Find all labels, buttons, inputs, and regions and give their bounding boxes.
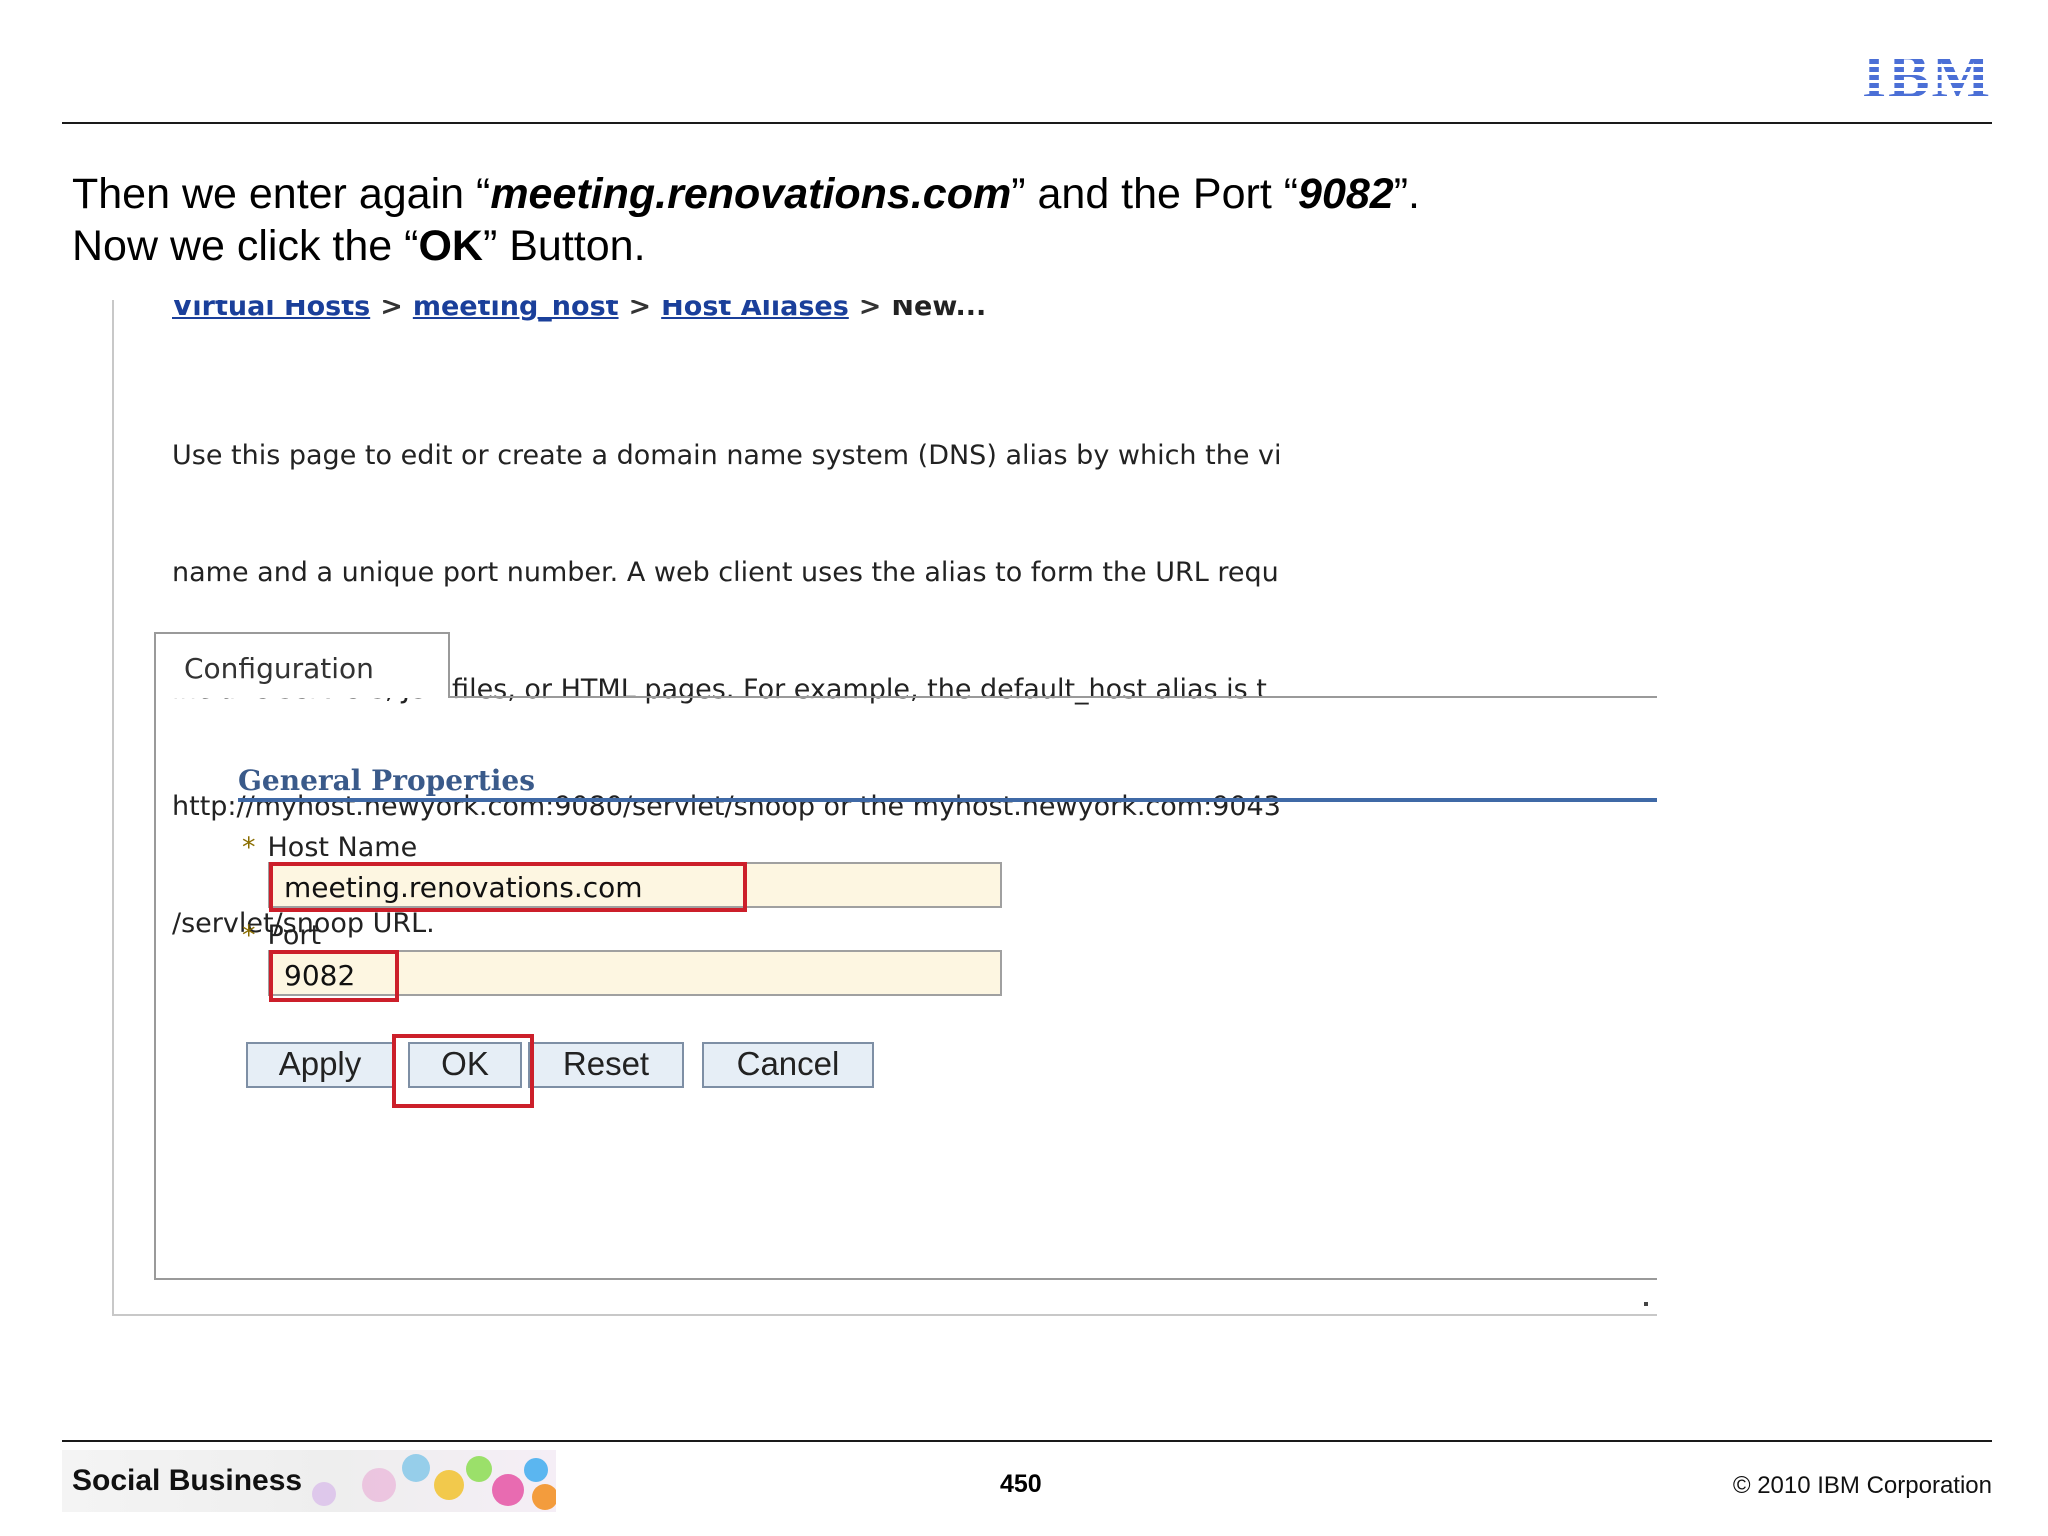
port-label: * Port: [242, 920, 322, 951]
instruction-ok: OK: [418, 222, 483, 270]
copyright: © 2010 IBM Corporation: [1732, 1472, 1992, 1499]
port-input[interactable]: [268, 950, 1002, 996]
instruction-line-2: Now we click the “OK” Button.: [72, 222, 646, 270]
breadcrumb-meeting-host[interactable]: meeting_host: [413, 300, 619, 322]
instruction-host-name: meeting.renovations.com: [490, 170, 1012, 218]
ibm-logo: IBM: [1862, 46, 1996, 108]
apply-button[interactable]: Apply: [246, 1042, 394, 1088]
host-name-input[interactable]: [268, 862, 1002, 908]
breadcrumb: Virtual Hosts > meeting_host > Host Aliases >…: [172, 300, 986, 322]
header-divider: [62, 122, 1992, 124]
reset-button[interactable]: Reset: [528, 1042, 684, 1088]
console-screenshot: Virtual Hosts > meeting_host > Host Aliases >…: [112, 300, 1657, 1320]
breadcrumb-current: New...: [891, 300, 987, 322]
cancel-button[interactable]: Cancel: [702, 1042, 874, 1088]
social-business-banner: Social Business: [62, 1450, 556, 1512]
description-line: Use this page to edit or create a domain…: [172, 440, 1282, 471]
tab-configuration[interactable]: Configuration: [154, 632, 450, 698]
footer-brand-label: Social Business: [72, 1464, 303, 1497]
ok-button[interactable]: OK: [408, 1042, 522, 1088]
section-divider: [238, 798, 1657, 802]
breadcrumb-host-aliases[interactable]: Host Aliases: [661, 300, 849, 322]
breadcrumb-separator: >: [628, 300, 652, 322]
stray-dot: [1644, 1302, 1648, 1306]
breadcrumb-separator: >: [380, 300, 403, 322]
description-line: name and a unique port number. A web cli…: [172, 557, 1279, 588]
page-number: 450: [1000, 1470, 1042, 1498]
instruction-port: 9082: [1298, 170, 1394, 218]
instruction-line-1: Then we enter again “meeting.renovations…: [72, 170, 1420, 218]
slide-instructions: Then we enter again “meeting.renovations…: [72, 168, 1420, 272]
breadcrumb-virtual-hosts[interactable]: Virtual Hosts: [172, 300, 370, 322]
breadcrumb-separator: >: [858, 300, 882, 322]
footer-divider: [62, 1440, 1992, 1442]
required-icon: *: [242, 832, 256, 863]
required-icon: *: [242, 920, 256, 951]
host-name-label: * Host Name: [242, 832, 418, 863]
section-title: General Properties: [238, 764, 535, 797]
